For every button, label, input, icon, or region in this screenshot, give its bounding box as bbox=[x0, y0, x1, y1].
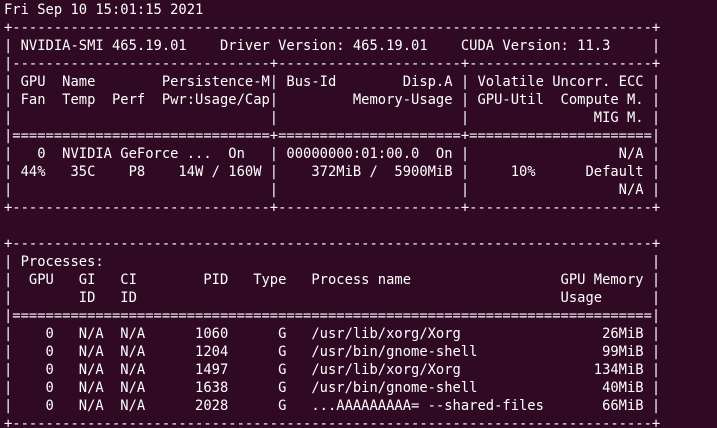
terminal-line: | 44% 35C P8 14W / 160W | 372MiB / 5900M… bbox=[4, 164, 661, 180]
terminal-line: | 0 N/A N/A 1638 G /usr/bin/gnome-shell … bbox=[4, 380, 661, 396]
terminal-output: Fri Sep 10 15:01:15 2021 +--------------… bbox=[0, 0, 717, 428]
terminal-line: | 0 N/A N/A 2028 G ...AAAAAAAAA= --share… bbox=[4, 398, 661, 414]
terminal-line: |-------------------------------+-------… bbox=[4, 56, 661, 72]
terminal-line: | 0 N/A N/A 1060 G /usr/lib/xorg/Xorg 26… bbox=[4, 326, 661, 342]
terminal-line: | 0 N/A N/A 1204 G /usr/bin/gnome-shell … bbox=[4, 344, 661, 360]
terminal-line: |===============================+=======… bbox=[4, 128, 661, 144]
terminal-window[interactable]: Fri Sep 10 15:01:15 2021 +--------------… bbox=[0, 0, 717, 428]
terminal-line: +---------------------------------------… bbox=[4, 236, 661, 252]
terminal-line: +---------------------------------------… bbox=[4, 416, 661, 428]
terminal-line: | 0 NVIDIA GeForce ... On | 00000000:01:… bbox=[4, 146, 661, 162]
terminal-line: | 0 N/A N/A 1497 G /usr/lib/xorg/Xorg 13… bbox=[4, 362, 661, 378]
terminal-line: | | | N/A | bbox=[4, 182, 661, 198]
terminal-line: | GPU Name Persistence-M| Bus-Id Disp.A … bbox=[4, 74, 661, 90]
terminal-line: +-------------------------------+-------… bbox=[4, 200, 661, 216]
terminal-line: Fri Sep 10 15:01:15 2021 bbox=[4, 2, 204, 18]
terminal-line: | GPU GI CI PID Type Process name GPU Me… bbox=[4, 272, 661, 288]
terminal-line: |=======================================… bbox=[4, 308, 661, 324]
terminal-line: | Fan Temp Perf Pwr:Usage/Cap| Memory-Us… bbox=[4, 92, 661, 108]
terminal-line: | | | MIG M. | bbox=[4, 110, 661, 126]
terminal-line: | ID ID Usage | bbox=[4, 290, 661, 306]
terminal-line: | Processes: | bbox=[4, 254, 661, 270]
terminal-line: | NVIDIA-SMI 465.19.01 Driver Version: 4… bbox=[4, 38, 661, 54]
terminal-line: +---------------------------------------… bbox=[4, 20, 661, 36]
